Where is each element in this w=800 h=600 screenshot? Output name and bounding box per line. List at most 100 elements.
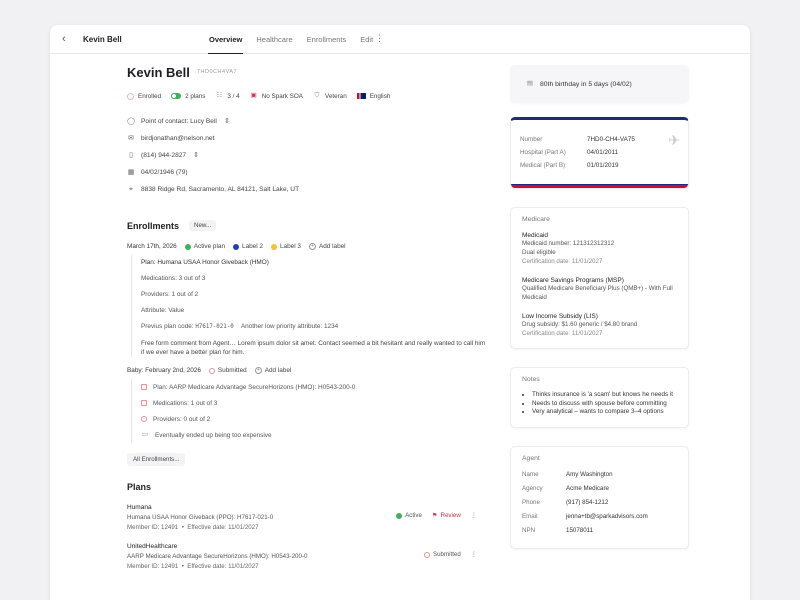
birthday-banner: ▤ 80th birthday in 5 days (04/02) — [510, 65, 689, 103]
comment-text: Eventually ended up being too expensive — [155, 431, 272, 439]
agent-email-row: Email jenna+tb@sparkadvisors.com — [522, 510, 677, 524]
header-name: Kevin Bell — [83, 35, 122, 44]
certification-date: Certification date: 11/01/2027 — [522, 330, 603, 337]
add-label-button[interactable]: + Add label — [308, 243, 346, 250]
review-badge[interactable]: ⚑ Review — [432, 512, 461, 519]
member-id: Member ID: 12491 — [127, 563, 179, 570]
status-label: Submitted — [217, 367, 247, 374]
chevron-updown-icon[interactable]: ⇕ — [223, 118, 231, 126]
medicare-card: Number 7HD0-CH4-VA75 Hospital (Part A) 04/… — [510, 117, 689, 189]
rating-chip: ☷ 3 / 4 — [215, 92, 240, 100]
enrollment-date: Baby: February 2nd, 2026 — [127, 367, 201, 374]
plan-item[interactable]: UnitedHealthcare AARP Medicare Advantage… — [127, 543, 487, 570]
tab-healthcare[interactable]: Healthcare — [255, 25, 293, 54]
dob-row: ▦ 04/02/1946 (79) — [127, 164, 487, 181]
effective-date: Effective date: 11/01/2027 — [187, 524, 259, 531]
warning-circle-icon — [141, 416, 147, 422]
agent-value: 15078011 — [566, 527, 594, 535]
agent-value: Amy Washington — [566, 471, 613, 479]
sidebar: ▤ 80th birthday in 5 days (04/02) Number… — [510, 65, 689, 549]
notes-list: Thinks insurance is 'a scam' but knows h… — [522, 391, 677, 417]
check-circle-icon — [396, 512, 403, 519]
status-chips: Enrolled 2 plans ☷ 3 / 4 ▣ No Spark SOA ⛉ V… — [127, 92, 487, 100]
note-item: Very analytical – wants to compare 3–4 o… — [532, 408, 677, 417]
square-icon — [141, 400, 147, 406]
msp-desc: Qualified Medicare Beneficiary Plus (QMB… — [522, 285, 673, 301]
language-label: English — [369, 92, 391, 100]
prev-plan-label: Previus plan code: — [141, 323, 194, 330]
all-enrollments-button[interactable]: All Enrollments... — [127, 453, 186, 466]
certification-date: Certification date: 11/01/2027 — [522, 258, 603, 265]
enrollment-providers: Providers: 1 out of 2 — [141, 291, 199, 298]
veteran-label: Veteran — [324, 92, 347, 100]
back-arrow-icon[interactable]: ‹ — [62, 33, 66, 45]
prev-plan-code: H7617-021-0 — [195, 324, 234, 330]
agent-value: Acme Medicare — [566, 485, 609, 493]
status-label: Active — [405, 512, 422, 519]
agent-key: NPN — [522, 527, 536, 535]
page-title: Kevin Bell — [127, 65, 190, 80]
tab-overview[interactable]: Overview — [208, 25, 244, 54]
person-icon: ◯ — [127, 117, 135, 125]
agent-title: Agent — [522, 454, 540, 462]
agent-phone-row: Phone (917) 854-1212 — [522, 496, 677, 510]
add-label-text: Add label — [264, 367, 292, 374]
enrollment-attribute: Attribute: Value — [141, 307, 185, 314]
submitted-icon — [208, 367, 215, 374]
effective-date: Effective date: 11/01/2027 — [187, 563, 259, 570]
plan-carrier: Humana — [127, 504, 152, 511]
uk-flag-icon — [356, 93, 366, 99]
phone[interactable]: (814) 944-2827 — [141, 152, 186, 159]
enrollment-providers: Providers: 0 out of 2 — [141, 411, 487, 427]
square-icon — [141, 384, 147, 390]
mail-icon: ✉ — [128, 134, 134, 142]
comment-icon: ▭ — [141, 431, 149, 438]
enrollment-medications: Medications: 3 out of 3 — [141, 275, 206, 282]
note-item: Thinks insurance is 'a scam' but knows h… — [532, 391, 677, 400]
tab-edit[interactable]: Edit — [359, 25, 374, 54]
phone-icon: ▯ — [129, 151, 133, 159]
note-item: Needs to discuss with spouse before comm… — [532, 400, 677, 409]
plan-carrier: UnitedHealthcare — [127, 543, 178, 550]
label-3-tag[interactable]: Label 3 — [270, 243, 301, 250]
plan-meta: Member ID: 12491 • Effective date: 11/01… — [127, 563, 259, 570]
lis-desc: Drug subsidy: $1.60 generic / $4.80 bran… — [522, 321, 638, 328]
plan-item[interactable]: Humana Humana USAA Honor Giveback (PPO):… — [127, 504, 487, 531]
agent-key: Agency — [522, 485, 543, 493]
email[interactable]: birdjonathan@nelson.net — [141, 135, 214, 142]
eagle-emblem-icon: ✈ — [668, 132, 680, 148]
low-priority-attribute: Another low priority attribute: 1234 — [240, 323, 339, 330]
enrolled-label: Enrolled — [138, 92, 162, 100]
label-2: Label 2 — [242, 243, 263, 250]
language-chip: English — [356, 92, 391, 100]
veteran-chip: ⛉ Veteran — [313, 92, 347, 100]
add-label-button[interactable]: + Add label — [254, 367, 292, 374]
rating-label: 3 / 4 — [227, 92, 240, 100]
label-2-tag[interactable]: Label 2 — [233, 243, 263, 250]
agent-value[interactable]: jenna+tb@sparkadvisors.com — [566, 513, 648, 520]
enrollment-medications: Medications: 1 out of 3 — [141, 395, 487, 411]
more-menu-icon[interactable]: ⋮ — [375, 33, 384, 44]
member-id: Member ID: 12491 — [127, 524, 179, 531]
medications-text: Medications: 1 out of 3 — [153, 399, 218, 407]
card-number-row: Number 7HD0-CH4-VA75 — [520, 136, 635, 143]
label-3: Label 3 — [279, 243, 301, 250]
phone-row: ▯ (814) 944-2827 ⇕ — [127, 147, 487, 164]
tab-enrollments[interactable]: Enrollments — [306, 25, 348, 54]
agent-value[interactable]: (917) 854-1212 — [566, 499, 608, 506]
plus-icon: + — [254, 367, 262, 374]
enrollments-title: Enrollments — [127, 220, 180, 231]
point-of-contact-row[interactable]: ◯ Point of contact: Lucy Bell ⇕ — [127, 113, 487, 130]
email-row: ✉ birdjonathan@nelson.net — [127, 130, 487, 147]
address: 8838 Ridge Rd, Sacramento, AL 84121, Sal… — [141, 186, 300, 193]
hospital-date: 04/01/2011 — [587, 149, 619, 156]
add-label-text: Add label — [318, 243, 346, 250]
tab-bar: Overview Healthcare Enrollments Edit — [208, 25, 374, 54]
review-label: Review — [440, 512, 461, 519]
more-menu-icon[interactable]: ⋮ — [471, 551, 477, 558]
enrollment-plan-text: Plan: AARP Medicare Advantage SecureHori… — [153, 383, 356, 391]
more-menu-icon[interactable]: ⋮ — [471, 512, 477, 519]
previous-plan-line: Previus plan code: H7617-021-0 Another l… — [141, 319, 487, 335]
new-enrollment-button[interactable]: New... — [189, 220, 217, 231]
chevron-updown-icon[interactable]: ⇕ — [192, 152, 200, 160]
